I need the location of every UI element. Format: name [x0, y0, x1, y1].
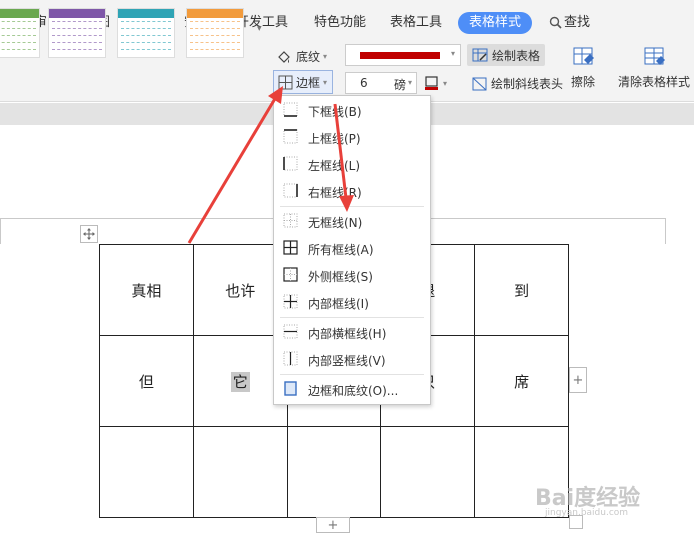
border-dropdown-button[interactable]: 边框 ▾ — [273, 70, 333, 94]
menu-item-inside-borders[interactable]: 内部框线(I) — [274, 289, 430, 315]
menu-separator — [280, 374, 424, 375]
table-cell[interactable]: 到 — [474, 244, 569, 336]
table-style-thumb-green[interactable] — [0, 8, 40, 58]
menu-separator — [280, 206, 424, 207]
menu-separator — [280, 317, 424, 318]
paint-bucket-icon — [278, 50, 290, 63]
menu-item-label: 右框线(R) — [308, 186, 362, 200]
border-label: 边框 — [296, 75, 321, 90]
diagonal-header-icon — [472, 77, 487, 90]
menu-item-label: 下框线(B) — [308, 105, 362, 119]
line-width-combo[interactable]: 6 磅 ▾ — [345, 72, 417, 94]
inside-borders-icon — [283, 294, 298, 309]
tab-table-style[interactable]: 表格样式 — [458, 12, 533, 34]
chevron-down-icon: ▾ — [450, 49, 455, 58]
draw-table-button[interactable]: 绘制表格 — [467, 44, 546, 66]
menu-item-label: 外侧框线(S) — [308, 270, 373, 284]
add-row-button[interactable]: + — [316, 517, 350, 533]
menu-item-no-border[interactable]: 无框线(N) — [274, 208, 430, 234]
chevron-down-icon: ▾ — [407, 78, 412, 87]
selected-text[interactable]: 它 — [230, 371, 250, 392]
tab-features[interactable]: 特色功能 — [314, 12, 366, 34]
menu-item-label: 边框和底纹(O)... — [308, 384, 399, 398]
eraser-icon — [573, 47, 594, 65]
menu-item-label: 内部框线(I) — [308, 297, 369, 311]
page-boundary — [0, 218, 1, 244]
bottom-border-icon — [283, 102, 298, 117]
chevron-down-icon: ▾ — [323, 77, 328, 87]
table-cell[interactable] — [286, 426, 382, 518]
table-move-handle[interactable] — [80, 225, 98, 243]
outside-borders-icon — [283, 267, 298, 282]
line-color-swatch — [360, 52, 440, 59]
line-color-combo[interactable]: ▾ — [345, 44, 461, 66]
clear-style-icon — [644, 47, 665, 65]
left-border-icon — [283, 156, 298, 171]
table-cell[interactable]: 真相 — [99, 244, 194, 336]
chevron-down-icon: ▾ — [443, 78, 448, 88]
menu-item-left-border[interactable]: 左框线(L) — [274, 151, 430, 177]
table-style-thumb-orange[interactable] — [186, 8, 244, 58]
style-gallery-more-button[interactable]: ▾ — [257, 24, 266, 38]
search-label: 查找 — [564, 15, 591, 30]
border-color-button[interactable]: ▾ — [424, 72, 456, 94]
plus-icon: + — [327, 517, 339, 533]
erase-button[interactable]: 擦除 — [570, 46, 596, 90]
page-boundary — [665, 218, 666, 244]
menu-item-right-border[interactable]: 右框线(R) — [274, 178, 430, 204]
menu-item-top-border[interactable]: 上框线(P) — [274, 124, 430, 150]
clear-table-style-label: 清除表格样式 — [618, 75, 691, 89]
draw-table-label: 绘制表格 — [492, 48, 541, 63]
search-button[interactable]: 查找 — [549, 12, 590, 34]
plus-icon: + — [572, 372, 584, 388]
right-border-icon — [283, 183, 298, 198]
all-borders-icon — [283, 240, 298, 255]
draw-table-icon — [472, 48, 488, 61]
top-border-icon — [283, 129, 298, 144]
border-grid-icon — [278, 75, 293, 89]
inside-horizontal-border-icon — [283, 324, 298, 339]
line-width-value: 6 — [360, 76, 368, 90]
line-width-unit: 磅 — [394, 78, 407, 92]
menu-item-label: 无框线(N) — [308, 216, 363, 230]
search-icon — [549, 16, 562, 29]
menu-item-label: 左框线(L) — [308, 159, 361, 173]
chevron-down-icon: ▾ — [323, 52, 328, 61]
menu-item-borders-and-shading[interactable]: 边框和底纹(O)... — [274, 376, 430, 402]
border-color-icon — [425, 76, 438, 90]
add-column-button[interactable]: + — [569, 367, 587, 393]
table-cell[interactable] — [192, 426, 288, 518]
erase-label: 擦除 — [570, 75, 595, 89]
menu-item-label: 内部竖框线(V) — [308, 354, 386, 368]
shading-button[interactable]: 底纹 ▾ — [276, 48, 327, 65]
menu-item-inside-horizontal-border[interactable]: 内部横框线(H) — [274, 319, 430, 345]
menu-item-bottom-border[interactable]: 下框线(B) — [274, 97, 430, 123]
menu-item-inside-vertical-border[interactable]: 内部竖框线(V) — [274, 346, 430, 372]
table-cell[interactable] — [380, 426, 476, 518]
menu-item-label: 上框线(P) — [308, 132, 361, 146]
table-cell[interactable]: 但 — [99, 335, 194, 427]
shading-label: 底纹 — [296, 50, 321, 64]
draw-diagonal-header-label: 绘制斜线表头 — [491, 77, 564, 91]
wps-writer-window: 用 审阅 视图 章节 安全 开发工具 特色功能 表格工具 表格样式 查找 ▾ 底… — [0, 0, 694, 545]
menu-item-label: 内部横框线(H) — [308, 327, 387, 341]
borders-and-shading-icon — [284, 381, 297, 396]
move-arrows-icon — [83, 228, 95, 240]
table-cell[interactable]: 席 — [474, 335, 569, 427]
inside-vertical-border-icon — [283, 351, 298, 366]
table-style-thumb-purple[interactable] — [48, 8, 106, 58]
baidu-watermark-url: jingyan.baidu.com — [545, 508, 629, 518]
border-dropdown-menu: 下框线(B) 上框线(P) 左框线(L) 右框线(R) 无框线(N) 所有框线(… — [273, 95, 431, 405]
clear-table-style-button[interactable]: 清除表格样式 — [618, 46, 690, 90]
table-style-thumb-teal[interactable] — [117, 8, 175, 58]
draw-diagonal-header-button[interactable]: 绘制斜线表头 — [472, 75, 563, 92]
tab-table-tools[interactable]: 表格工具 — [390, 12, 442, 34]
table-row — [99, 426, 569, 518]
menu-item-label: 所有框线(A) — [308, 243, 374, 257]
no-border-icon — [283, 213, 298, 228]
table-cell[interactable] — [99, 426, 194, 518]
menu-item-all-borders[interactable]: 所有框线(A) — [274, 235, 430, 261]
menu-item-outside-borders[interactable]: 外侧框线(S) — [274, 262, 430, 288]
